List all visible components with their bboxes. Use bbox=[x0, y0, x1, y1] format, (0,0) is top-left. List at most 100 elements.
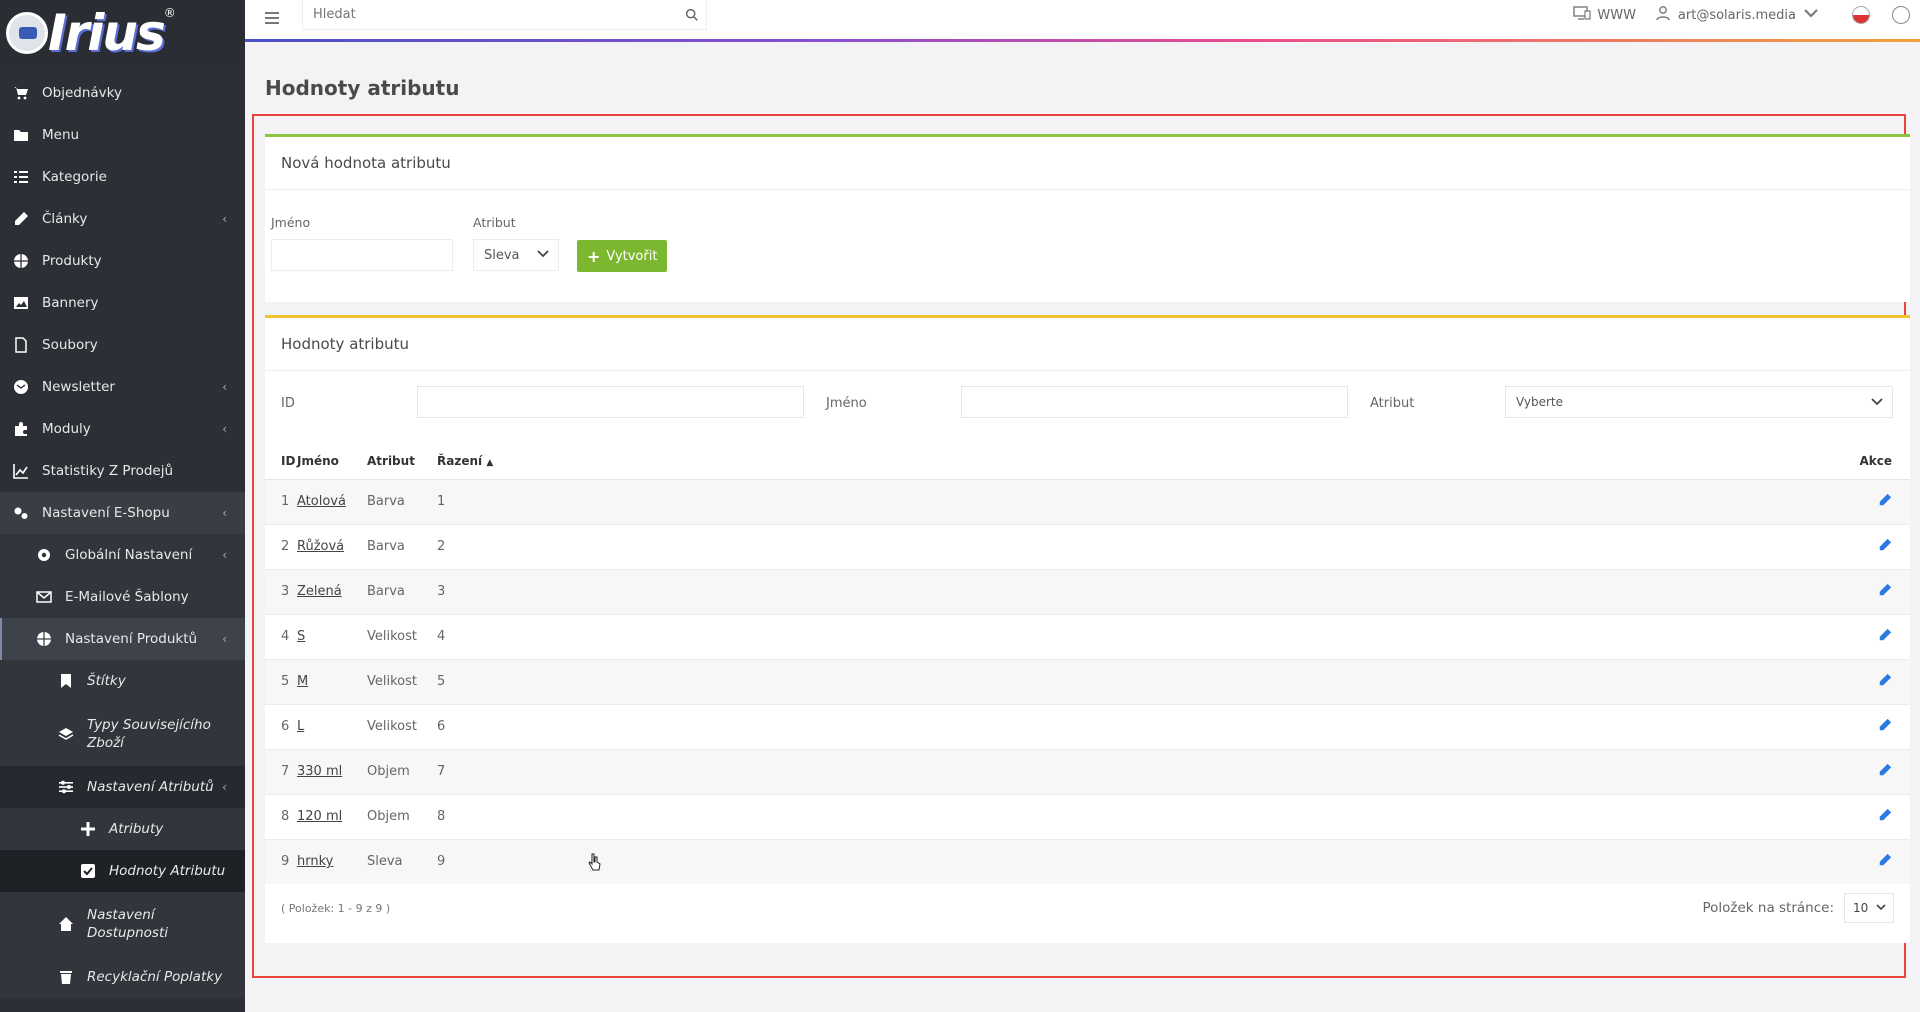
cell-attr: Objem bbox=[367, 748, 437, 794]
sidebar-item-clanky[interactable]: Články ‹ bbox=[0, 198, 245, 240]
logo-text: Irius bbox=[48, 4, 166, 62]
cell-actions bbox=[1850, 613, 1910, 659]
chevron-down-icon bbox=[536, 246, 550, 264]
cell-sort: 3 bbox=[437, 568, 1850, 614]
value-name-link[interactable]: Růžová bbox=[297, 539, 344, 554]
attr-select[interactable]: Sleva bbox=[473, 239, 559, 271]
sidebar-nav: Objednávky Menu Kategorie Články ‹ Produ… bbox=[0, 72, 245, 998]
edit-pencil-icon[interactable] bbox=[1878, 493, 1892, 511]
filter-attr-select[interactable]: Vyberte bbox=[1505, 386, 1893, 418]
sidebar-item-produkty[interactable]: Produkty bbox=[0, 240, 245, 282]
chevron-left-icon: ‹ bbox=[222, 212, 227, 226]
value-name-link[interactable]: S bbox=[297, 629, 305, 644]
cell-name: Růžová bbox=[297, 523, 367, 569]
sidebar-item-stitky[interactable]: Štítky bbox=[0, 660, 245, 702]
edit-pencil-icon[interactable] bbox=[1878, 853, 1892, 871]
sidebar-item-typy-souvisejiciho-zbozi[interactable]: Typy Souvisejícího Zboží bbox=[0, 702, 245, 766]
filter-id-label: ID bbox=[281, 396, 295, 411]
cell-attr: Velikost bbox=[367, 703, 437, 749]
cell-attr: Velikost bbox=[367, 658, 437, 704]
name-field[interactable] bbox=[271, 239, 453, 271]
edit-pencil-icon[interactable] bbox=[1878, 673, 1892, 691]
edit-pencil-icon[interactable] bbox=[1878, 808, 1892, 826]
user-menu[interactable]: art@solaris.media bbox=[1654, 4, 1820, 26]
www-label: WWW bbox=[1597, 7, 1636, 23]
value-name-link[interactable]: hrnky bbox=[297, 854, 333, 869]
sidebar-item-statistiky[interactable]: Statistiky Z Prodejů bbox=[0, 450, 245, 492]
edit-pencil-icon[interactable] bbox=[1878, 538, 1892, 556]
power-icon[interactable] bbox=[1892, 6, 1910, 24]
www-link[interactable]: WWW bbox=[1573, 4, 1636, 26]
sidebar-item-label: Hodnoty Atributu bbox=[109, 863, 226, 879]
pagination-info: ( Položek: 1 - 9 z 9 ) bbox=[281, 901, 391, 915]
sidebar-item-hodnoty-atributu[interactable]: Hodnoty Atributu bbox=[0, 850, 245, 892]
plus-icon bbox=[79, 820, 97, 838]
chart-icon bbox=[12, 462, 30, 480]
brand-logo[interactable]: Irius ® bbox=[0, 0, 245, 66]
cell-sort: 8 bbox=[437, 793, 1850, 839]
sidebar-item-atributy[interactable]: Atributy bbox=[0, 808, 245, 850]
table-row: 4 S Velikost 4 bbox=[265, 613, 1910, 659]
cell-attr: Velikost bbox=[367, 613, 437, 659]
chevron-left-icon: ‹ bbox=[222, 422, 227, 436]
language-flag-icon[interactable] bbox=[1852, 6, 1870, 24]
edit-pencil-icon[interactable] bbox=[1878, 628, 1892, 646]
value-name-link[interactable]: 120 ml bbox=[297, 809, 342, 824]
sidebar-item-bannery[interactable]: Bannery bbox=[0, 282, 245, 324]
sidebar-item-nastaveni-dostupnosti[interactable]: Nastavení Dostupnosti bbox=[0, 892, 245, 956]
filter-name-input[interactable] bbox=[961, 386, 1348, 418]
sidebar-item-newsletter[interactable]: Newsletter ‹ bbox=[0, 366, 245, 408]
value-name-link[interactable]: Atolová bbox=[297, 494, 346, 509]
create-button[interactable]: + Vytvořit bbox=[577, 240, 668, 272]
cell-id: 3 bbox=[265, 568, 297, 614]
sidebar-item-label: Globální Nastavení bbox=[65, 547, 193, 563]
filter-id-input[interactable] bbox=[417, 386, 804, 418]
sidebar-item-nastaveni-eshopu[interactable]: Nastavení E-Shopu ‹ bbox=[0, 492, 245, 534]
value-name-link[interactable]: 330 ml bbox=[297, 764, 342, 779]
sidebar-item-nastaveni-produktu[interactable]: Nastavení Produktů ‹ bbox=[0, 618, 245, 660]
sidebar-item-kategorie[interactable]: Kategorie bbox=[0, 156, 245, 198]
value-name-link[interactable]: M bbox=[297, 674, 308, 689]
table-row: 3 Zelená Barva 3 bbox=[265, 568, 1910, 614]
cell-actions bbox=[1850, 793, 1910, 839]
chevron-left-icon: ‹ bbox=[222, 548, 227, 562]
sidebar-item-moduly[interactable]: Moduly ‹ bbox=[0, 408, 245, 450]
value-name-link[interactable]: L bbox=[297, 719, 304, 734]
cell-id: 1 bbox=[265, 478, 297, 524]
sidebar: Irius ® Objednávky Menu Kategorie Články… bbox=[0, 0, 245, 1012]
edit-pencil-icon[interactable] bbox=[1878, 763, 1892, 781]
sidebar-item-nastaveni-atributu[interactable]: Nastavení Atributů ‹ bbox=[0, 766, 245, 808]
table-row: 6 L Velikost 6 bbox=[265, 703, 1910, 749]
col-name[interactable]: Jméno bbox=[297, 443, 367, 480]
sidebar-item-menu[interactable]: Menu bbox=[0, 114, 245, 156]
sidebar-item-globalni-nastaveni[interactable]: Globální Nastavení ‹ bbox=[0, 534, 245, 576]
search-icon[interactable] bbox=[676, 8, 706, 21]
cell-id: 8 bbox=[265, 793, 297, 839]
hamburger-menu-button[interactable] bbox=[265, 8, 285, 28]
search-input[interactable] bbox=[303, 7, 676, 22]
email-icon bbox=[12, 378, 30, 396]
sidebar-item-objednavky[interactable]: Objednávky bbox=[0, 72, 245, 114]
attr-label: Atribut bbox=[473, 215, 516, 230]
col-attr[interactable]: Atribut bbox=[367, 443, 437, 480]
chevron-left-icon: ‹ bbox=[222, 632, 227, 646]
edit-pencil-icon[interactable] bbox=[1878, 583, 1892, 601]
edit-pencil-icon[interactable] bbox=[1878, 718, 1892, 736]
folder-icon bbox=[12, 126, 30, 144]
col-id[interactable]: ID bbox=[265, 443, 297, 480]
table-row: 5 M Velikost 5 bbox=[265, 658, 1910, 704]
cell-attr: Sleva bbox=[367, 838, 437, 884]
cell-actions bbox=[1850, 838, 1910, 884]
new-value-card: Nová hodnota atributu Jméno Atribut Slev… bbox=[265, 134, 1910, 302]
new-value-form: Jméno Atribut Sleva + Vytvořit bbox=[271, 215, 668, 272]
sidebar-item-emailove-sablony[interactable]: E-Mailové Šablony bbox=[0, 576, 245, 618]
sidebar-item-recyklacni-poplatky[interactable]: Recyklační Poplatky bbox=[0, 956, 245, 998]
cell-id: 5 bbox=[265, 658, 297, 704]
col-sort[interactable]: Řazení ▲ bbox=[437, 443, 1850, 480]
value-name-link[interactable]: Zelená bbox=[297, 584, 342, 599]
table-row: 1 Atolová Barva 1 bbox=[265, 478, 1910, 524]
cell-sort: 5 bbox=[437, 658, 1850, 704]
sidebar-item-soubory[interactable]: Soubory bbox=[0, 324, 245, 366]
per-page-select[interactable]: 10 bbox=[1844, 893, 1894, 923]
cell-id: 9 bbox=[265, 838, 297, 884]
